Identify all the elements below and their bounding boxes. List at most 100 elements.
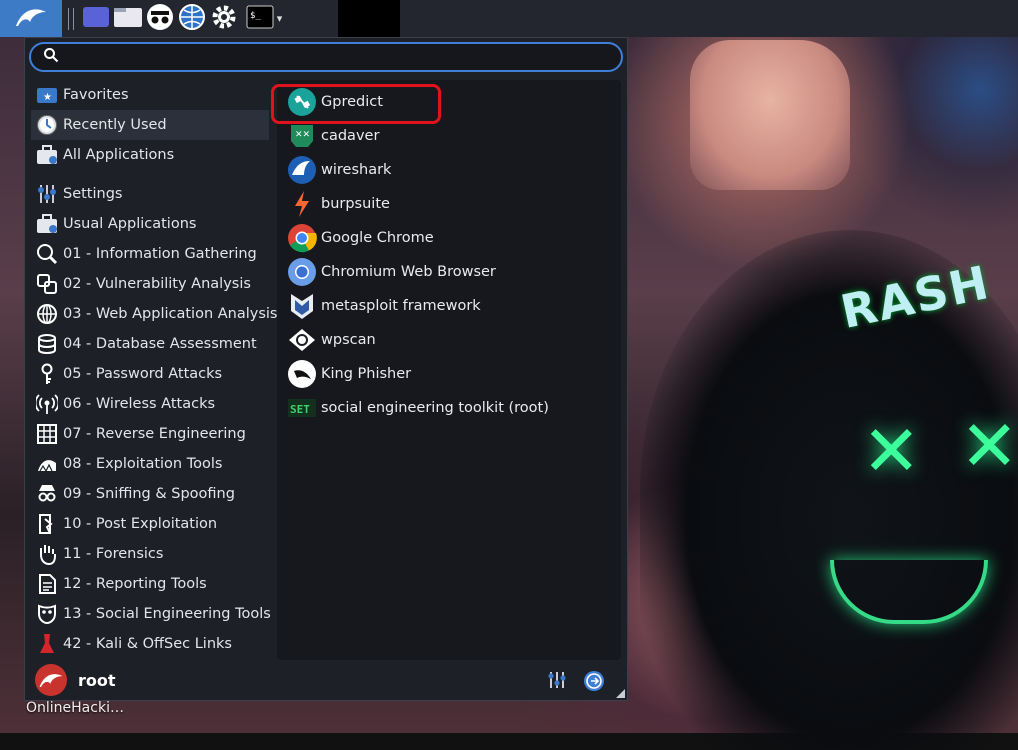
svg-text:✕✕: ✕✕: [295, 130, 310, 140]
app-label: cadaver: [321, 128, 380, 144]
sliders-icon: [35, 182, 59, 206]
category-label: 04 - Database Assessment: [63, 336, 257, 352]
category-label: 10 - Post Exploitation: [63, 516, 218, 532]
web-browser-button[interactable]: [176, 0, 208, 37]
settings-gear-icon: [210, 3, 238, 35]
chrome-icon: [287, 223, 317, 253]
settings-button[interactable]: [208, 0, 240, 37]
category-label: 06 - Wireless Attacks: [63, 396, 216, 412]
app-cadaver[interactable]: ✕✕ cadaver: [287, 120, 379, 152]
vulnerability-icon: [35, 272, 59, 296]
category-label: Usual Applications: [63, 216, 197, 232]
file-manager-icon: [113, 5, 143, 33]
offsec-icon: [35, 632, 59, 656]
panel-separator: [68, 7, 74, 30]
menu-actions: [547, 670, 605, 696]
top-panel: $_ ▾: [0, 0, 1018, 37]
category-post-exploitation[interactable]: 10 - Post Exploitation: [31, 509, 269, 539]
incognito-icon: [146, 3, 174, 35]
wireless-icon: [35, 392, 59, 416]
app-label: social engineering toolkit (root): [321, 400, 549, 416]
category-all-applications[interactable]: All Applications: [31, 140, 269, 170]
app-wireshark[interactable]: wireshark: [287, 154, 391, 186]
category-information-gathering[interactable]: 01 - Information Gathering: [31, 239, 269, 269]
search-input[interactable]: [67, 48, 591, 66]
chevron-down-icon[interactable]: ▾: [277, 12, 283, 25]
category-label: Recently Used: [63, 117, 167, 133]
app-metasploit[interactable]: metasploit framework: [287, 290, 481, 322]
briefcase-icon: [35, 143, 59, 167]
category-database-assessment[interactable]: 04 - Database Assessment: [31, 329, 269, 359]
app-label: Chromium Web Browser: [321, 264, 496, 280]
application-list: Gpredict ✕✕ cadaver wireshark burpsuite …: [277, 80, 621, 660]
terminal-icon: $_: [246, 5, 274, 33]
category-label: 11 - Forensics: [63, 546, 164, 562]
app-label: Google Chrome: [321, 230, 434, 246]
workspace-button[interactable]: [80, 0, 112, 37]
category-label: Favorites: [63, 87, 129, 103]
category-usual-applications[interactable]: Usual Applications: [31, 209, 269, 239]
database-icon: [35, 332, 59, 356]
search-box[interactable]: [29, 42, 623, 72]
category-recently-used[interactable]: Recently Used: [31, 110, 269, 140]
settings-sliders-button[interactable]: [547, 670, 567, 696]
wallpaper-mask-eye-right: ✕: [960, 405, 1018, 487]
terminal-button[interactable]: $_ ▾: [240, 0, 288, 37]
app-google-chrome[interactable]: Google Chrome: [287, 222, 434, 254]
category-list: ★ Favorites Recently Used All Applicatio…: [31, 80, 278, 659]
app-chromium[interactable]: Chromium Web Browser: [287, 256, 496, 288]
category-password-attacks[interactable]: 05 - Password Attacks: [31, 359, 269, 389]
user-name: root: [78, 670, 116, 690]
category-reverse-engineering[interactable]: 07 - Reverse Engineering: [31, 419, 269, 449]
app-set[interactable]: SET social engineering toolkit (root): [287, 392, 549, 424]
category-kali-offsec-links[interactable]: 42 - Kali & OffSec Links: [31, 629, 269, 659]
file-manager-button[interactable]: [112, 0, 144, 37]
mask-icon: [35, 602, 59, 626]
wpscan-icon: [287, 325, 317, 355]
avatar: [35, 664, 67, 696]
category-settings[interactable]: Settings: [31, 179, 269, 209]
category-label: 13 - Social Engineering Tools: [63, 606, 271, 622]
kali-dragon-icon: [14, 4, 48, 34]
wallpaper-mask-eye-left: ✕: [862, 410, 921, 492]
applications-menu-button[interactable]: [0, 0, 62, 37]
desktop-icon-label[interactable]: OnlineHacki…: [26, 700, 124, 716]
burp-bolt-icon: [287, 189, 317, 219]
category-exploitation-tools[interactable]: 08 - Exploitation Tools: [31, 449, 269, 479]
workspace-icon: [82, 5, 110, 33]
wallpaper-fist: [690, 40, 850, 190]
shark-fin-icon: [287, 155, 317, 185]
app-burpsuite[interactable]: burpsuite: [287, 188, 390, 220]
category-label: 42 - Kali & OffSec Links: [63, 636, 232, 652]
king-phisher-icon: [287, 359, 317, 389]
briefcase-icon: [35, 212, 59, 236]
app-wpscan[interactable]: wpscan: [287, 324, 376, 356]
category-sniffing-spoofing[interactable]: 09 - Sniffing & Spoofing: [31, 479, 269, 509]
gpredict-highlight-annotation: [271, 84, 441, 124]
app-label: King Phisher: [321, 366, 412, 382]
incognito-button[interactable]: [144, 0, 176, 37]
category-label: 07 - Reverse Engineering: [63, 426, 246, 442]
category-web-application-analysis[interactable]: 03 - Web Application Analysis: [31, 299, 278, 329]
category-favorites[interactable]: ★ Favorites: [31, 80, 269, 110]
category-wireless-attacks[interactable]: 06 - Wireless Attacks: [31, 389, 269, 419]
user-account[interactable]: root: [35, 664, 116, 696]
hand-icon: [35, 542, 59, 566]
category-reporting-tools[interactable]: 12 - Reporting Tools: [31, 569, 269, 599]
category-label: 12 - Reporting Tools: [63, 576, 207, 592]
star-folder-icon: ★: [35, 83, 59, 107]
category-social-engineering-tools[interactable]: 13 - Social Engineering Tools: [31, 599, 271, 629]
resize-grip[interactable]: [616, 689, 625, 698]
category-forensics[interactable]: 11 - Forensics: [31, 539, 269, 569]
chromium-icon: [287, 257, 317, 287]
kali-dragon-icon: [35, 452, 59, 476]
app-king-phisher[interactable]: King Phisher: [287, 358, 411, 390]
category-vulnerability-analysis[interactable]: 02 - Vulnerability Analysis: [31, 269, 269, 299]
set-icon: SET: [287, 393, 317, 423]
category-label: 01 - Information Gathering: [63, 246, 257, 262]
globe-icon: [35, 302, 59, 326]
category-label: 09 - Sniffing & Spoofing: [63, 486, 235, 502]
magnifier-icon: [35, 242, 59, 266]
logout-button[interactable]: [583, 670, 605, 696]
document-icon: [35, 572, 59, 596]
